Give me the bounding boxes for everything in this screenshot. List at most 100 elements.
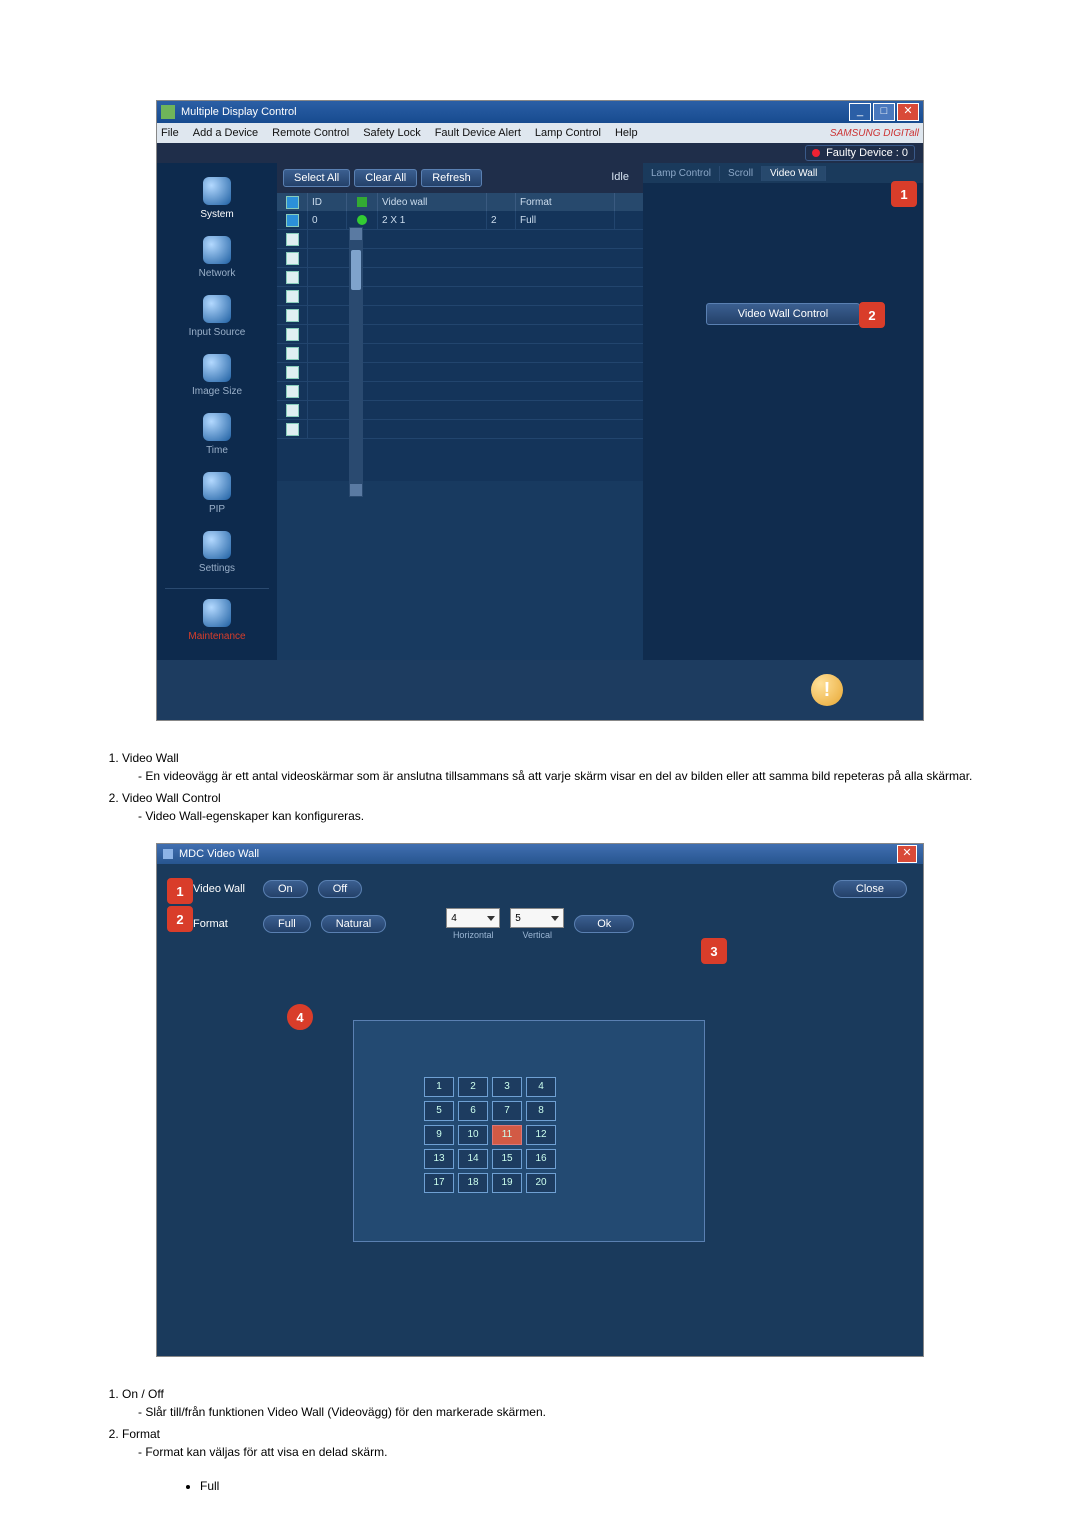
vw-close-button[interactable]: ✕ xyxy=(897,845,917,863)
slot-16[interactable]: 16 xyxy=(526,1149,556,1169)
refresh-button[interactable]: Refresh xyxy=(421,169,482,187)
fault-bar: Faulty Device : 0 xyxy=(157,143,923,163)
slot-20[interactable]: 20 xyxy=(526,1173,556,1193)
tab-video-wall[interactable]: Video Wall xyxy=(762,166,826,181)
sidebar-item-image-size[interactable]: Image Size xyxy=(157,348,277,407)
row-checkbox[interactable] xyxy=(286,271,299,284)
table-row[interactable]: 0 2 X 1 2 Full xyxy=(277,211,643,230)
slot-18[interactable]: 18 xyxy=(458,1173,488,1193)
vw-on-button[interactable]: On xyxy=(263,880,308,898)
scroll-thumb[interactable] xyxy=(351,250,361,290)
slot-19[interactable]: 19 xyxy=(492,1173,522,1193)
row-checkbox[interactable] xyxy=(286,366,299,379)
row-checkbox[interactable] xyxy=(286,252,299,265)
slot-14[interactable]: 14 xyxy=(458,1149,488,1169)
scroll-up-icon[interactable] xyxy=(350,228,362,240)
slot-4[interactable]: 4 xyxy=(526,1077,556,1097)
vertical-select[interactable]: 5 xyxy=(510,908,564,928)
sidebar-label-image-size: Image Size xyxy=(192,386,242,397)
vw-close-pill[interactable]: Close xyxy=(833,880,907,898)
row-checkbox[interactable] xyxy=(286,233,299,246)
menu-add-device[interactable]: Add a Device xyxy=(193,127,258,139)
col-status-icon[interactable] xyxy=(347,193,378,211)
video-wall-dialog: MDC Video Wall ✕ 1 Video Wall On Off Clo… xyxy=(156,843,924,1357)
sidebar-item-maintenance[interactable]: Maintenance xyxy=(157,593,277,652)
vw-natural-button[interactable]: Natural xyxy=(321,915,386,933)
grid-scrollbar[interactable] xyxy=(349,227,363,497)
vw-titlebar: MDC Video Wall ✕ xyxy=(157,844,923,864)
dropdown-arrow-icon xyxy=(551,916,559,921)
select-all-button[interactable]: Select All xyxy=(283,169,350,187)
sidebar-label-network: Network xyxy=(199,268,236,279)
sidebar-item-settings[interactable]: Settings xyxy=(157,525,277,584)
slot-13[interactable]: 13 xyxy=(424,1149,454,1169)
slot-9[interactable]: 9 xyxy=(424,1125,454,1145)
matrix-panel: 1 2 3 4 5 6 7 8 9 10 11 12 13 14 15 16 1 xyxy=(353,1020,705,1242)
slot-6[interactable]: 6 xyxy=(458,1101,488,1121)
video-wall-control-button[interactable]: Video Wall Control 2 xyxy=(706,303,860,325)
row-checkbox[interactable] xyxy=(286,385,299,398)
grid-body: 0 2 X 1 2 Full xyxy=(277,211,643,481)
app-icon xyxy=(161,105,175,119)
sidebar-separator xyxy=(165,588,269,589)
header-checkbox[interactable] xyxy=(286,196,299,209)
tab-scroll[interactable]: Scroll xyxy=(720,166,762,181)
sidebar-item-input-source[interactable]: Input Source xyxy=(157,289,277,348)
row-checkbox[interactable] xyxy=(286,290,299,303)
li-title-onoff: On / Off xyxy=(122,1387,164,1401)
menu-remote-control[interactable]: Remote Control xyxy=(272,127,349,139)
menu-file[interactable]: File xyxy=(161,127,179,139)
callout-vw-2: 2 xyxy=(167,906,193,932)
sidebar-item-time[interactable]: Time xyxy=(157,407,277,466)
slot-1[interactable]: 1 xyxy=(424,1077,454,1097)
row-checkbox[interactable] xyxy=(286,347,299,360)
callout-vw-4: 4 xyxy=(287,1004,313,1030)
slot-7[interactable]: 7 xyxy=(492,1101,522,1121)
col-count[interactable] xyxy=(487,193,516,211)
row-checkbox[interactable] xyxy=(286,423,299,436)
bullet-list: Full xyxy=(160,1479,1000,1493)
slot-17[interactable]: 17 xyxy=(424,1173,454,1193)
vw-ok-button[interactable]: Ok xyxy=(574,915,634,933)
dropdown-arrow-icon xyxy=(487,916,495,921)
tab-lamp-control[interactable]: Lamp Control xyxy=(643,166,720,181)
close-button[interactable]: ✕ xyxy=(897,103,919,121)
menu-fault-alert[interactable]: Fault Device Alert xyxy=(435,127,521,139)
row-checkbox[interactable] xyxy=(286,309,299,322)
slot-12[interactable]: 12 xyxy=(526,1125,556,1145)
slot-8[interactable]: 8 xyxy=(526,1101,556,1121)
col-id[interactable]: ID xyxy=(308,193,347,211)
li-desc-format: - Format kan väljas för att visa en dela… xyxy=(138,1445,1000,1459)
row-checkbox[interactable] xyxy=(286,328,299,341)
menu-lamp-control[interactable]: Lamp Control xyxy=(535,127,601,139)
sidebar-item-network[interactable]: Network xyxy=(157,230,277,289)
vw-label-format: Format xyxy=(193,918,253,930)
scroll-down-icon[interactable] xyxy=(350,484,362,496)
callout-2: 2 xyxy=(859,302,885,328)
clear-all-button[interactable]: Clear All xyxy=(354,169,417,187)
menu-safety-lock[interactable]: Safety Lock xyxy=(363,127,420,139)
menu-help[interactable]: Help xyxy=(615,127,638,139)
slot-3[interactable]: 3 xyxy=(492,1077,522,1097)
vw-off-button[interactable]: Off xyxy=(318,880,362,898)
sidebar-label-settings: Settings xyxy=(199,563,235,574)
slot-5[interactable]: 5 xyxy=(424,1101,454,1121)
col-video-wall[interactable]: Video wall xyxy=(378,193,487,211)
idle-label: Idle xyxy=(603,169,637,187)
right-panel-tabs: Lamp Control Scroll Video Wall xyxy=(643,163,923,183)
horizontal-select[interactable]: 4 xyxy=(446,908,500,928)
col-format[interactable]: Format xyxy=(516,193,615,211)
sidebar-item-pip[interactable]: PIP xyxy=(157,466,277,525)
pip-icon xyxy=(203,472,231,500)
maximize-button[interactable]: □ xyxy=(873,103,895,121)
slot-11[interactable]: 11 xyxy=(492,1125,522,1145)
vw-full-button[interactable]: Full xyxy=(263,915,311,933)
row-checkbox[interactable] xyxy=(286,404,299,417)
slot-2[interactable]: 2 xyxy=(458,1077,488,1097)
slot-10[interactable]: 10 xyxy=(458,1125,488,1145)
sidebar-item-system[interactable]: System xyxy=(157,171,277,230)
slot-15[interactable]: 15 xyxy=(492,1149,522,1169)
faulty-device-indicator: Faulty Device : 0 xyxy=(805,145,915,161)
row-checkbox[interactable] xyxy=(286,214,299,227)
minimize-button[interactable]: _ xyxy=(849,103,871,121)
